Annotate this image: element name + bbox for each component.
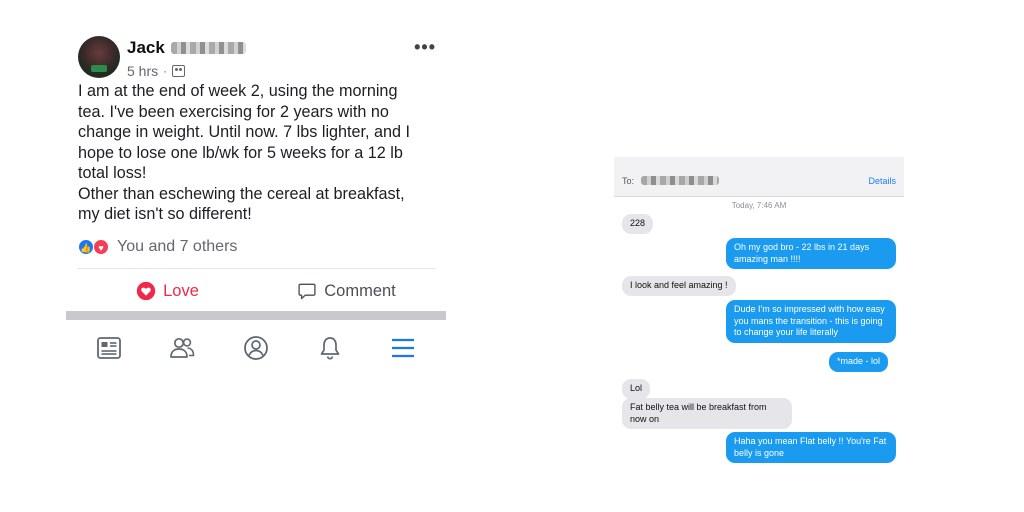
avatar[interactable] [78,36,120,78]
menu-icon [392,338,415,358]
like-reaction-icon: 👍 [78,239,94,255]
reactions-count-text: You and 7 others [117,238,238,255]
message-bubble-outgoing[interactable]: Dude I'm so impressed with how easy you … [726,300,896,343]
tab-menu[interactable] [383,331,423,365]
meta-separator: · [163,64,168,78]
tab-news-feed[interactable] [89,331,129,365]
details-button[interactable]: Details [868,176,896,186]
author-name[interactable]: Jack [127,38,165,58]
post-text: I am at the end of week 2, using the mor… [78,81,428,225]
post-text-line: hope to lose one lb/wk for 5 weeks for a… [78,143,403,162]
message-bubble-incoming[interactable]: Fat belly tea will be breakfast from now… [622,398,792,429]
redacted-surname [170,42,246,54]
post-text-line: tea. I've been exercising for 2 years wi… [78,102,389,121]
more-options-button[interactable]: ••• [414,38,436,56]
message-bubble-outgoing[interactable]: Oh my god bro - 22 lbs in 21 days amazin… [726,238,896,269]
notifications-icon [320,337,339,360]
facebook-post: Jack 5 hrs · ••• I am at the end of week… [66,28,446,398]
post-meta: 5 hrs · [127,63,186,79]
post-actions: Love Comment [78,274,436,308]
comment-label: Comment [324,281,396,300]
message-bubble-incoming[interactable]: Lol [622,379,651,399]
message-timestamp: Today, 7:46 AM [731,201,787,210]
news-feed-icon [96,337,121,359]
tab-notifications[interactable] [310,331,350,365]
love-label: Love [163,281,199,300]
redacted-recipient [641,176,719,185]
heart-icon [136,281,156,301]
recipient-bar: To: Details [614,157,904,197]
message-bubble-outgoing[interactable]: Haha you mean Flat belly !! You're Fat b… [726,432,896,463]
post-text-line: Other than eschewing the cereal at break… [78,184,405,203]
section-separator [66,311,446,320]
imessage-thread: To: Details Today, 7:46 AM 228 Oh my god… [614,157,904,467]
friends-icon [170,337,195,358]
reactions-summary[interactable]: 👍 ♥ You and 7 others [78,238,237,256]
comment-icon [298,283,316,300]
profile-icon [244,336,268,360]
message-bubble-incoming[interactable]: I look and feel amazing ! [622,276,736,296]
post-text-line: total loss! [78,164,147,182]
post-text-line: I am at the end of week 2, using the mor… [78,82,398,100]
post-text-line: change in weight. Until now. 7 lbs light… [78,123,411,141]
message-bubble-incoming[interactable]: 228 [622,214,654,234]
post-timestamp[interactable]: 5 hrs [127,63,158,79]
friends-icon[interactable] [172,65,186,77]
post-header: Jack 5 hrs · ••• [78,36,446,80]
post-text-line: my diet isn't so different! [78,205,252,223]
love-reaction-icon: ♥ [93,239,109,255]
tab-profile[interactable] [236,331,276,365]
tab-friends[interactable] [162,331,202,365]
love-button[interactable]: Love [78,274,257,308]
author-row: Jack [127,38,246,58]
message-bubble-outgoing[interactable]: *made - lol [829,352,889,372]
comment-button[interactable]: Comment [257,274,436,308]
to-label: To: [622,176,635,186]
divider [78,268,436,269]
bottom-tab-bar [66,328,446,368]
